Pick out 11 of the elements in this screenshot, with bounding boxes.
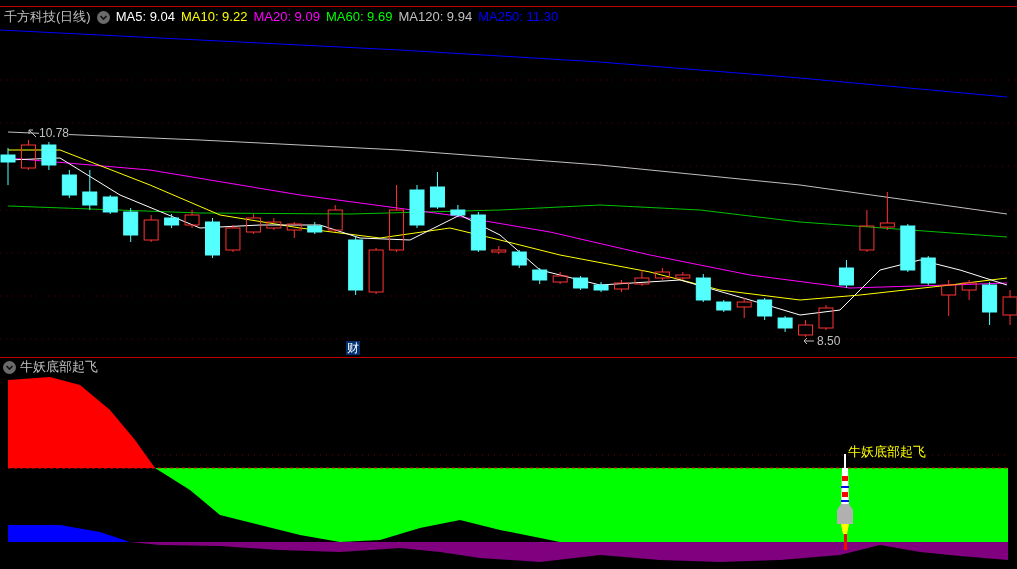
- moving-average-label: MA5: 9.04: [115, 8, 175, 27]
- low-price-label: 8.50: [817, 333, 841, 350]
- moving-average-label: MA120: 9.94: [398, 8, 473, 27]
- indicator-title: 牛妖底部起飞: [20, 358, 98, 377]
- stock-title: 千方科技(日线): [4, 8, 91, 27]
- signal-label: 牛妖底部起飞: [848, 443, 926, 461]
- moving-average-label: MA20: 9.09: [253, 8, 320, 27]
- moving-average-label: MA10: 9.22: [180, 8, 248, 27]
- moving-average-label: MA60: 9.69: [325, 8, 393, 27]
- finance-marker[interactable]: 财: [346, 341, 360, 355]
- moving-average-label: MA250: 11.30: [478, 8, 559, 27]
